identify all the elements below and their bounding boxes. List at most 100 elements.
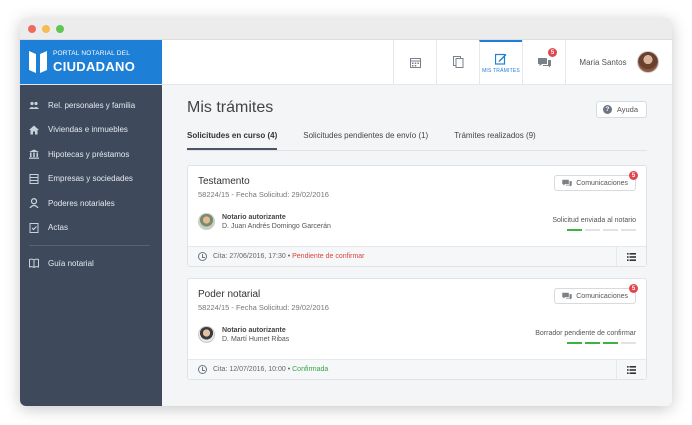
tab-solicitudes-en-curso[interactable]: Solicitudes en curso (4): [187, 131, 278, 150]
header-mis-tramites-button[interactable]: MIS TRÁMITES: [479, 40, 522, 84]
card-subtitle: 58224/15 - Fecha Solicitud: 29/02/2016: [198, 190, 329, 199]
sidebar-item-actas[interactable]: Actas: [20, 216, 162, 241]
notary-name: D. Juan Andrés Domingo Garcerán: [222, 222, 331, 230]
app-window: PORTAL NOTARIAL DEL CIUDADANO MIS TRÁMIT…: [20, 18, 672, 406]
main-content: Mis trámites ? Ayuda Solicitudes en curs…: [162, 85, 672, 406]
notary-label: Notario autorizante: [222, 326, 286, 334]
edit-icon: [495, 53, 507, 65]
list-icon: [627, 252, 636, 261]
documents-icon: [452, 56, 463, 68]
progress-step: [585, 229, 600, 231]
header-calendar-button[interactable]: [393, 40, 436, 84]
sidebar-item-empresas[interactable]: Empresas y sociedades: [20, 167, 162, 192]
bank-icon: [29, 149, 39, 160]
chat-icon: [537, 57, 551, 67]
help-button[interactable]: ? Ayuda: [595, 101, 647, 118]
cita-status: Confirmada: [292, 366, 329, 373]
sidebar-item-label: Viviendas e inmuebles: [48, 125, 128, 135]
progress-step: [621, 342, 636, 344]
communications-label: Comunicaciones: [576, 292, 628, 300]
book-icon: [29, 258, 39, 269]
chat-icon: [562, 292, 572, 300]
tabs: Solicitudes en curso (4) Solicitudes pen…: [187, 131, 647, 151]
checklist-icon: [29, 222, 39, 233]
cita-date: Cita: 27/06/2016, 17:30: [213, 253, 286, 260]
list-icon: [627, 365, 636, 374]
user-name: Maria Santos: [579, 57, 627, 67]
status-block: Solicitud enviada al notario: [552, 217, 636, 231]
top-header: PORTAL NOTARIAL DEL CIUDADANO MIS TRÁMIT…: [20, 40, 672, 85]
communications-button[interactable]: Comunicaciones 5: [554, 284, 638, 304]
status-text: Borrador pendiente de confirmar: [535, 330, 636, 337]
sidebar-item-poderes[interactable]: Poderes notariales: [20, 191, 162, 216]
tab-solicitudes-pendientes[interactable]: Solicitudes pendientes de envío (1): [303, 131, 428, 150]
close-window-button[interactable]: [28, 24, 36, 33]
progress-bars: [567, 229, 636, 231]
user-icon: [29, 198, 39, 209]
details-menu-button[interactable]: [616, 247, 646, 266]
sidebar-item-relaciones[interactable]: Rel. personales y familia: [20, 93, 162, 118]
people-icon: [29, 102, 39, 110]
messages-badge: 5: [548, 48, 557, 57]
maximize-window-button[interactable]: [56, 24, 64, 33]
notary-name: D. Martí Humet Ribas: [222, 335, 290, 343]
status-text: Solicitud enviada al notario: [552, 217, 636, 224]
tramite-card[interactable]: Testamento 58224/15 - Fecha Solicitud: 2…: [187, 165, 647, 267]
progress-step: [585, 342, 600, 344]
cita-status: Pendiente de confirmar: [292, 253, 365, 260]
brand-line-1: PORTAL NOTARIAL DEL: [53, 50, 131, 58]
progress-step: [621, 229, 636, 231]
sidebar-item-label: Guía notarial: [48, 258, 94, 268]
tramite-card[interactable]: Poder notarial 58224/15 - Fecha Solicitu…: [187, 278, 647, 380]
tab-tramites-realizados[interactable]: Trámites realizados (9): [454, 131, 536, 150]
progress-step: [603, 229, 618, 231]
header-messages-button[interactable]: 5: [522, 40, 565, 84]
sidebar-item-label: Empresas y sociedades: [48, 174, 133, 184]
clock-icon: [198, 365, 207, 374]
communications-label: Comunicaciones: [576, 179, 628, 187]
brand-logo[interactable]: PORTAL NOTARIAL DEL CIUDADANO: [20, 40, 162, 84]
notary-label: Notario autorizante: [222, 213, 286, 221]
card-subtitle: 58224/15 - Fecha Solicitud: 29/02/2016: [198, 303, 329, 312]
communications-badge: 5: [629, 284, 638, 293]
progress-bars: [567, 342, 636, 344]
sidebar-item-label: Actas: [48, 223, 69, 233]
chat-icon: [562, 179, 572, 187]
page-title: Mis trámites: [187, 99, 274, 116]
brand-line-2: CIUDADANO: [53, 58, 136, 74]
communications-button[interactable]: Comunicaciones 5: [554, 171, 638, 191]
notary-avatar: [198, 326, 215, 343]
sidebar-item-label: Rel. personales y familia: [48, 100, 136, 110]
help-icon: ?: [602, 105, 612, 114]
card-footer: Cita: 27/06/2016, 17:30 • Pendiente de c…: [188, 246, 646, 266]
sidebar: Rel. personales y familia Viviendas e in…: [20, 85, 162, 406]
clock-icon: [198, 252, 207, 261]
sidebar-item-guia[interactable]: Guía notarial: [20, 251, 162, 276]
sidebar-item-label: Hipotecas y préstamos: [48, 149, 130, 159]
window-chrome: [20, 18, 672, 40]
calendar-icon: [409, 57, 421, 68]
help-label: Ayuda: [616, 105, 638, 114]
sidebar-divider: [29, 245, 150, 246]
sidebar-item-viviendas[interactable]: Viviendas e inmuebles: [20, 118, 162, 143]
cita-line: Cita: 27/06/2016, 17:30 • Pendiente de c…: [213, 253, 365, 260]
notary-info: Notario autorizante D. Juan Andrés Domin…: [198, 213, 331, 230]
progress-step: [567, 229, 582, 231]
status-block: Borrador pendiente de confirmar: [535, 330, 636, 344]
header-documents-button[interactable]: [436, 40, 479, 84]
building-icon: [29, 173, 39, 184]
communications-badge: 5: [629, 171, 638, 180]
house-icon: [29, 125, 39, 135]
sidebar-item-hipotecas[interactable]: Hipotecas y préstamos: [20, 142, 162, 167]
notary-info: Notario autorizante D. Martí Humet Ribas: [198, 326, 289, 343]
header-mis-tramites-label: MIS TRÁMITES: [482, 67, 520, 74]
progress-step: [567, 342, 582, 344]
portal-logo-icon: [29, 51, 47, 73]
cita-date: Cita: 12/07/2016, 10:00: [213, 366, 286, 373]
minimize-window-button[interactable]: [42, 24, 50, 33]
details-menu-button[interactable]: [616, 360, 646, 379]
sidebar-item-label: Poderes notariales: [48, 198, 115, 208]
card-footer: Cita: 12/07/2016, 10:00 • Confirmada: [188, 359, 646, 379]
notary-avatar: [198, 213, 215, 230]
user-menu[interactable]: Maria Santos: [565, 40, 672, 84]
